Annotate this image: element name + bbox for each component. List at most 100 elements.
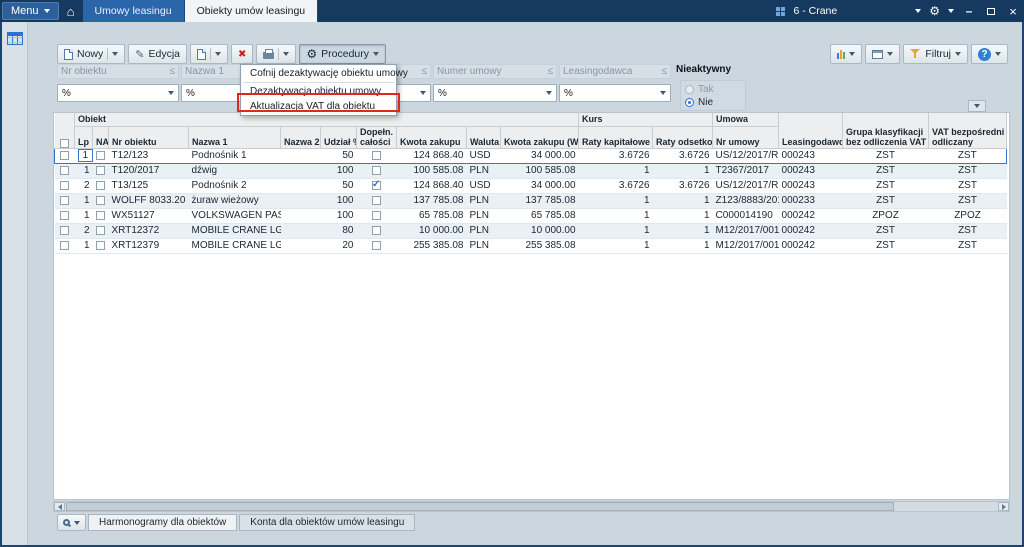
restore-button[interactable] <box>984 4 998 18</box>
cell-nr-umowy[interactable]: US/12/2017/RM <box>713 148 779 163</box>
cell-nazwa1[interactable]: MOBILE CRANE LG 155 <box>189 238 281 253</box>
cell-waluta[interactable]: USD <box>467 148 501 163</box>
cell-kurs-raty-odsetkowe[interactable]: 3.6726 <box>653 148 713 163</box>
na-checkbox[interactable] <box>96 166 105 175</box>
cell-kwota-zakupu-wl[interactable]: 34 000.00 <box>501 148 579 163</box>
col-header-dopeln[interactable]: Dopełn. całości <box>357 126 397 148</box>
cell-vat-bezposredni[interactable]: ZST <box>929 223 1007 238</box>
na-checkbox[interactable] <box>96 211 105 220</box>
cell-nr-umowy[interactable]: T2367/2017 <box>713 163 779 178</box>
na-checkbox[interactable] <box>96 226 105 235</box>
cell-kwota-zakupu-wl[interactable]: 34 000.00 <box>501 178 579 193</box>
cell-leasingodawca[interactable]: 000243 <box>779 178 843 193</box>
document-actions-button[interactable] <box>190 44 228 64</box>
cell-grupa-klasyfikacji[interactable]: ZST <box>843 238 929 253</box>
cell-lp[interactable]: 1 <box>75 208 93 223</box>
document-dropdown-caret[interactable] <box>215 52 221 56</box>
filter-operator-icon[interactable] <box>422 66 428 77</box>
col-header-lp[interactable]: Lp <box>75 126 93 148</box>
cell-leasingodawca[interactable]: 000242 <box>779 223 843 238</box>
dopeln-checkbox[interactable] <box>372 181 381 190</box>
na-checkbox[interactable] <box>96 151 105 160</box>
col-header-nr-umowy[interactable]: Nr umowy <box>713 126 779 148</box>
procedures-dropdown-caret[interactable] <box>373 52 379 56</box>
cell-kwota-zakupu[interactable]: 10 000.00 <box>397 223 467 238</box>
cell-vat-bezposredni[interactable]: ZST <box>929 193 1007 208</box>
cell-vat-bezposredni[interactable]: ZPOZ <box>929 208 1007 223</box>
cell-nazwa2[interactable] <box>281 193 321 208</box>
gear-icon[interactable] <box>929 4 940 18</box>
cell-nr-umowy[interactable]: C000014190 <box>713 208 779 223</box>
cell-udzial[interactable]: 100 <box>321 208 357 223</box>
col-header-kwota-zakupu[interactable]: Kwota zakupu <box>397 126 467 148</box>
select-all-checkbox[interactable] <box>60 139 69 148</box>
scroll-left-button[interactable] <box>54 502 65 511</box>
edit-button[interactable]: Edycja <box>128 44 187 64</box>
cell-nazwa1[interactable]: dźwig <box>189 163 281 178</box>
row-select-checkbox[interactable] <box>60 211 69 220</box>
cell-leasingodawca[interactable]: 000233 <box>779 193 843 208</box>
cell-nr-umowy[interactable]: M12/2017/001 <box>713 238 779 253</box>
cell-leasingodawca[interactable]: 000243 <box>779 163 843 178</box>
cell-nr-umowy[interactable]: M12/2017/001 <box>713 223 779 238</box>
filter-button[interactable]: Filtruj <box>903 44 968 64</box>
cell-kurs-raty-kapitalowe[interactable]: 1 <box>579 193 653 208</box>
cell-udzial[interactable]: 20 <box>321 238 357 253</box>
view-dropdown-caret[interactable] <box>887 52 893 56</box>
chevron-down-icon[interactable] <box>546 91 552 95</box>
cell-nr-obiektu[interactable]: XRT12379 <box>109 238 189 253</box>
cell-kurs-raty-odsetkowe[interactable]: 1 <box>653 208 713 223</box>
filter-operator-icon[interactable] <box>170 66 176 77</box>
cell-nazwa1[interactable]: Podnośnik 2 <box>189 178 281 193</box>
cell-kwota-zakupu[interactable]: 65 785.08 <box>397 208 467 223</box>
dopeln-checkbox[interactable] <box>372 196 381 205</box>
cell-nazwa1[interactable]: Podnośnik 1 <box>189 148 281 163</box>
row-select-checkbox[interactable] <box>60 241 69 250</box>
cell-nazwa1[interactable]: VOLKSWAGEN PASSAT <box>189 208 281 223</box>
scroll-right-button[interactable] <box>998 502 1009 511</box>
cell-lp[interactable]: 1 <box>75 163 93 178</box>
cell-nazwa2[interactable] <box>281 238 321 253</box>
cell-kurs-raty-odsetkowe[interactable]: 1 <box>653 193 713 208</box>
tab-obiekty-umow-leasingu[interactable]: Obiekty umów leasingu <box>185 0 319 22</box>
cell-kwota-zakupu[interactable]: 137 785.08 <box>397 193 467 208</box>
cell-leasingodawca[interactable]: 000242 <box>779 208 843 223</box>
table-row[interactable]: 2XRT12372MOBILE CRANE LG 1558010 000.00P… <box>55 223 1007 238</box>
na-checkbox[interactable] <box>96 241 105 250</box>
cell-udzial[interactable]: 100 <box>321 163 357 178</box>
new-dropdown-caret[interactable] <box>112 52 118 56</box>
cell-kurs-raty-odsetkowe[interactable]: 1 <box>653 223 713 238</box>
cell-waluta[interactable]: PLN <box>467 208 501 223</box>
filter-operator-icon[interactable] <box>548 66 554 77</box>
dopeln-checkbox[interactable] <box>372 226 381 235</box>
cell-vat-bezposredni[interactable]: ZST <box>929 148 1007 163</box>
new-button[interactable]: Nowy <box>57 44 125 64</box>
cell-nr-obiektu[interactable]: XRT12372 <box>109 223 189 238</box>
cell-grupa-klasyfikacji[interactable]: ZST <box>843 163 929 178</box>
cell-nazwa2[interactable] <box>281 148 321 163</box>
filter-dropdown-caret[interactable] <box>955 52 961 56</box>
help-dropdown-caret[interactable] <box>995 52 1001 56</box>
cell-lp[interactable]: 1 <box>75 193 93 208</box>
cell-waluta[interactable]: PLN <box>467 163 501 178</box>
cell-kurs-raty-odsetkowe[interactable]: 1 <box>653 238 713 253</box>
chevron-down-icon[interactable] <box>420 91 426 95</box>
table-row[interactable]: 1WOLFF 8033.20żuraw wieżowy100137 785.08… <box>55 193 1007 208</box>
cell-kurs-raty-kapitalowe[interactable]: 1 <box>579 238 653 253</box>
menu-button[interactable]: Menu <box>2 2 59 20</box>
filter-label-leasingodawca[interactable]: Leasingodawca <box>559 64 671 79</box>
apps-grid-icon[interactable] <box>776 7 785 16</box>
bottom-tab-harmonogramy[interactable]: Harmonogramy dla obiektów <box>88 514 237 531</box>
filter-label-numer-umowy[interactable]: Numer umowy <box>433 64 557 79</box>
cell-kwota-zakupu-wl[interactable]: 255 385.08 <box>501 238 579 253</box>
chevron-down-icon[interactable] <box>660 91 666 95</box>
table-view-icon[interactable] <box>7 32 23 45</box>
col-header-leasingodawca[interactable]: Leasingodawca <box>779 113 843 148</box>
cell-kurs-raty-kapitalowe[interactable]: 3.6726 <box>579 178 653 193</box>
cell-kwota-zakupu-wl[interactable]: 65 785.08 <box>501 208 579 223</box>
radio-icon-tak[interactable] <box>685 85 694 94</box>
na-checkbox[interactable] <box>96 181 105 190</box>
cell-nazwa1[interactable]: MOBILE CRANE LG 155 <box>189 223 281 238</box>
cell-udzial[interactable]: 80 <box>321 223 357 238</box>
dopeln-checkbox[interactable] <box>372 151 381 160</box>
